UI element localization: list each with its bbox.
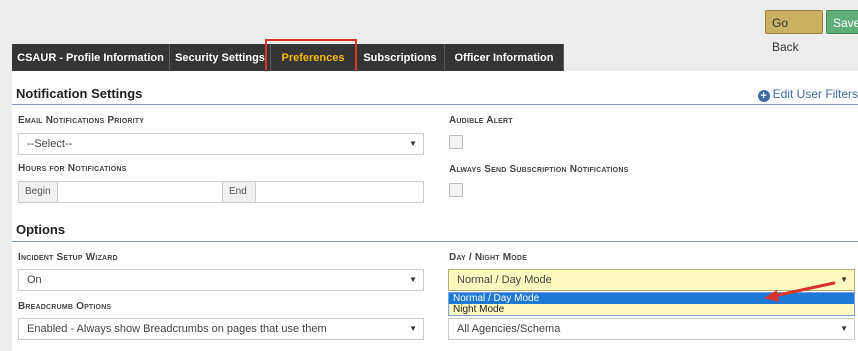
tab-profile-information[interactable]: CSAUR - Profile Information [12,44,170,71]
agencies-select[interactable]: All Agencies/Schema ▼ [448,318,855,340]
caret-down-icon: ▼ [409,275,417,284]
tab-preferences[interactable]: Preferences [271,44,356,71]
day-night-dropdown: Normal / Day Mode Night Mode [448,292,855,316]
day-night-label: Day / Night Mode [449,252,528,263]
wizard-value: On [27,274,42,286]
agencies-value: All Agencies/Schema [457,323,561,335]
email-priority-select[interactable]: --Select-- ▼ [18,133,424,155]
edit-user-filters-link[interactable]: + Edit User Filters [757,87,858,102]
begin-time-input[interactable] [57,181,223,203]
go-back-button[interactable]: Go Back [765,10,823,54]
section-divider [12,104,858,105]
day-night-value: Normal / Day Mode [457,274,552,286]
save-button[interactable]: Save [826,10,858,34]
top-toolbar: Go Back Save [0,0,858,54]
options-title: Options [16,222,66,237]
tab-subscriptions[interactable]: Subscriptions [356,44,445,71]
breadcrumb-select[interactable]: Enabled - Always show Breadcrumbs on pag… [18,318,424,340]
notification-settings-title: Notification Settings [16,86,143,101]
day-night-select[interactable]: Normal / Day Mode ▼ [448,269,855,291]
wizard-select[interactable]: On ▼ [18,269,424,291]
preferences-panel: Notification Settings + Edit User Filters… [12,71,858,351]
begin-addon: Begin [18,181,58,203]
breadcrumb-value: Enabled - Always show Breadcrumbs on pag… [27,323,327,335]
section-divider [12,241,858,242]
caret-down-icon: ▼ [840,324,848,333]
edit-user-filters-label: Edit User Filters [772,87,858,101]
option-night-mode[interactable]: Night Mode [449,304,854,315]
caret-down-icon: ▼ [409,324,417,333]
hours-label: Hours for Notifications [18,163,127,174]
caret-down-icon: ▼ [840,275,848,284]
tab-security-settings[interactable]: Security Settings [170,44,271,71]
always-send-checkbox[interactable] [449,183,463,197]
email-priority-label: Email Notifications Priority [18,115,145,126]
wizard-label: Incident Setup Wizard [18,252,118,263]
caret-down-icon: ▼ [409,139,417,148]
end-time-input[interactable] [255,181,424,203]
always-send-label: Always Send Subscription Notifications [449,164,629,175]
tab-officer-information[interactable]: Officer Information [445,44,564,71]
email-priority-value: --Select-- [27,138,73,150]
option-normal-day-mode[interactable]: Normal / Day Mode [449,293,854,304]
breadcrumb-label: Breadcrumb Options [18,301,112,312]
audible-alert-checkbox[interactable] [449,135,463,149]
plus-circle-icon: + [757,90,770,102]
end-addon: End [222,181,256,203]
audible-alert-label: Audible Alert [449,115,513,126]
